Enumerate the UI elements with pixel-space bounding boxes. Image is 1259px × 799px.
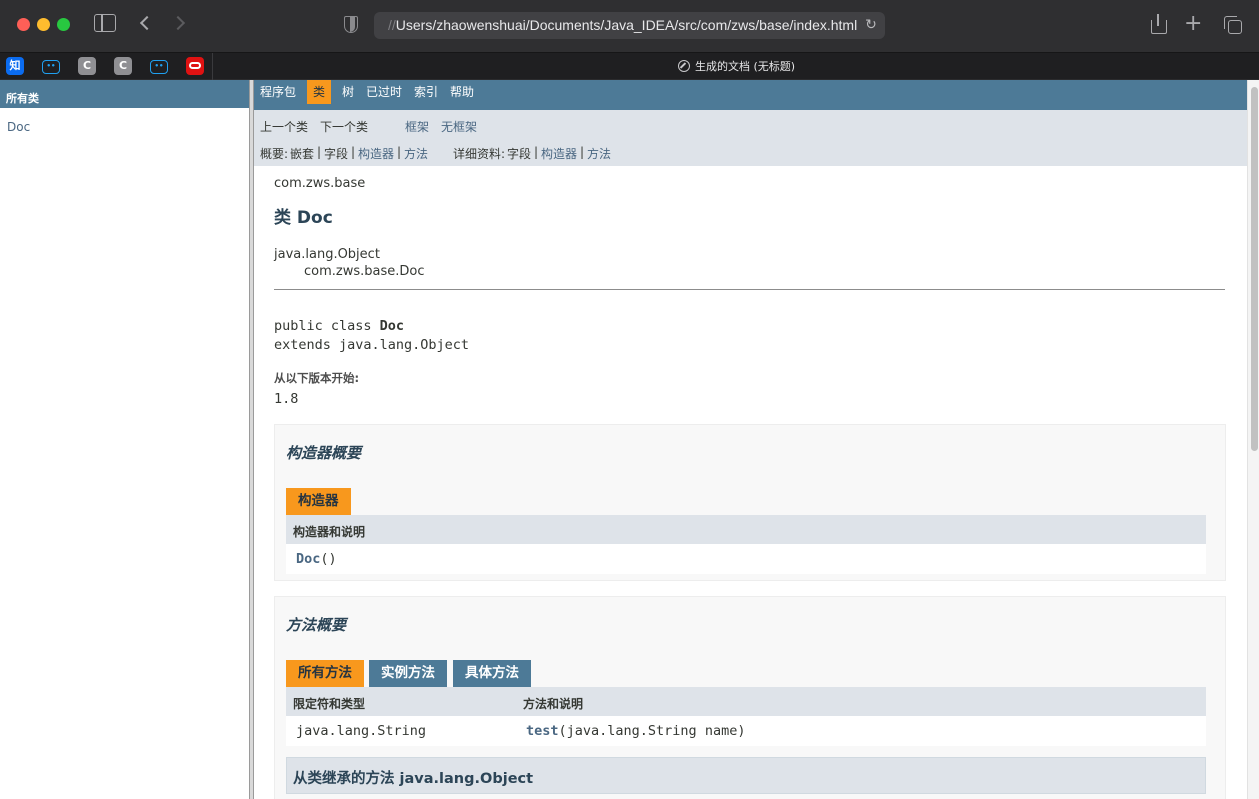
back-icon[interactable]	[136, 14, 156, 34]
scrollbar[interactable]	[1247, 80, 1259, 799]
method-entry: test(java.lang.String name)	[526, 723, 746, 739]
tab-concrete-methods[interactable]: 具体方法	[453, 660, 531, 687]
table-row: java.lang.String test(java.lang.String n…	[286, 716, 1206, 746]
tabs-overview-icon[interactable]	[1224, 16, 1242, 34]
nav-tree[interactable]: 树	[336, 80, 360, 104]
zhihu-favicon[interactable]: 知	[6, 57, 24, 75]
method-summary-heading: 方法概要	[286, 616, 347, 634]
browser-toolbar: //Users/zhaowenshuai/Documents/Java_IDEA…	[0, 0, 1259, 52]
separator: |	[397, 145, 402, 159]
nav-help[interactable]: 帮助	[444, 80, 480, 104]
detail-field: 字段	[507, 147, 532, 161]
tab-bar: 知 •• C C •• 生成的文档 (无标题)	[0, 52, 1259, 80]
tab-constructors[interactable]: 构造器	[286, 488, 351, 515]
zoom-window-button[interactable]	[57, 18, 70, 31]
separator: |	[580, 145, 585, 159]
scrollbar-thumb[interactable]	[1251, 87, 1258, 451]
summary-label: 概要:	[260, 147, 289, 161]
constructor-link-doc[interactable]: Doc	[296, 551, 320, 567]
tab-all-methods[interactable]: 所有方法	[286, 660, 364, 687]
tab-title: 生成的文档 (无标题)	[695, 60, 796, 73]
divider	[274, 289, 1225, 290]
separator: |	[534, 145, 539, 159]
forward-icon[interactable]	[170, 14, 190, 34]
nav-class[interactable]: 类	[307, 80, 332, 104]
c-favicon-2[interactable]: C	[114, 57, 132, 75]
separator: |	[317, 145, 322, 159]
constructor-entry: Doc()	[296, 551, 337, 567]
class-doc-frame: 程序包 类 树 已过时 索引 帮助 上一个类 下一个类 框架 无框架 概要: 嵌…	[254, 80, 1259, 799]
summary-constructor-link[interactable]: 构造器	[358, 145, 394, 162]
prev-class: 上一个类	[260, 120, 309, 134]
shield-icon[interactable]	[344, 16, 358, 33]
bilibili-favicon[interactable]: ••	[42, 60, 60, 74]
class-declaration: public class Doc	[274, 318, 405, 334]
table-header: 限定符和类型 方法和说明	[286, 687, 1206, 716]
since-value: 1.8	[274, 391, 299, 407]
share-icon[interactable]	[1150, 14, 1167, 34]
c-favicon[interactable]: C	[78, 57, 96, 75]
url-text: //Users/zhaowenshuai/Documents/Java_IDEA…	[388, 17, 858, 33]
inheritance-child: com.zws.base.Doc	[304, 264, 425, 279]
compass-icon	[678, 60, 690, 72]
class-link-doc[interactable]: Doc	[7, 120, 249, 134]
reload-icon[interactable]: ↻	[863, 17, 879, 33]
column-header-type: 限定符和类型	[293, 697, 366, 711]
sub-nav-bar: 上一个类 下一个类 框架 无框架 概要: 嵌套 | 字段 | 构造器 | 方法 …	[254, 110, 1247, 166]
page-title: 类 Doc	[274, 208, 333, 228]
active-tab[interactable]: 生成的文档 (无标题)	[678, 58, 795, 74]
summary-method-link[interactable]: 方法	[404, 145, 428, 162]
all-classes-heading: 所有类	[0, 80, 249, 108]
sidebar-icon[interactable]	[94, 14, 116, 32]
next-class: 下一个类	[320, 120, 369, 134]
package-name: com.zws.base	[274, 176, 366, 191]
summary-field: 字段	[324, 147, 349, 161]
detail-label: 详细资料:	[453, 147, 506, 161]
nav-deprecated[interactable]: 已过时	[360, 80, 408, 104]
constructor-summary: 构造器概要 构造器 构造器和说明 Doc()	[274, 424, 1226, 581]
method-link-test[interactable]: test	[526, 723, 559, 739]
column-header-method: 方法和说明	[523, 697, 584, 711]
separator: |	[351, 145, 356, 159]
method-summary: 方法概要 所有方法 实例方法 具体方法 限定符和类型 方法和说明 java.la…	[274, 596, 1226, 799]
method-return-type: java.lang.String	[296, 723, 427, 739]
table-row: Doc()	[286, 544, 1206, 574]
detail-constructor-link[interactable]: 构造器	[541, 145, 577, 162]
class-extends: extends java.lang.Object	[274, 337, 470, 353]
tab-instance-methods[interactable]: 实例方法	[369, 660, 447, 687]
nav-package[interactable]: 程序包	[254, 80, 302, 104]
frames-link[interactable]: 框架	[405, 118, 429, 135]
nav-index[interactable]: 索引	[408, 80, 444, 104]
column-header: 构造器和说明	[293, 525, 366, 539]
favorites-separator	[212, 53, 213, 80]
inherited-methods-heading: 从类继承的方法 java.lang.Object	[293, 771, 534, 787]
oracle-favicon[interactable]	[186, 57, 204, 75]
minimize-window-button[interactable]	[37, 18, 50, 31]
no-frames-link[interactable]: 无框架	[441, 118, 477, 135]
plus-icon[interactable]: +	[1184, 13, 1202, 35]
summary-nested: 嵌套	[290, 147, 315, 161]
all-classes-frame: 所有类 Doc	[0, 80, 249, 799]
close-window-button[interactable]	[17, 18, 30, 31]
top-nav-bar: 程序包 类 树 已过时 索引 帮助	[254, 80, 1247, 110]
constructor-summary-heading: 构造器概要	[286, 444, 362, 462]
since-label: 从以下版本开始:	[274, 371, 360, 385]
inherited-methods-header: 从类继承的方法 java.lang.Object	[286, 757, 1206, 794]
inheritance-root: java.lang.Object	[274, 247, 380, 262]
address-bar[interactable]: //Users/zhaowenshuai/Documents/Java_IDEA…	[374, 12, 885, 39]
detail-method-link[interactable]: 方法	[587, 145, 611, 162]
bilibili-favicon-2[interactable]: ••	[150, 60, 168, 74]
table-header: 构造器和说明	[286, 515, 1206, 544]
